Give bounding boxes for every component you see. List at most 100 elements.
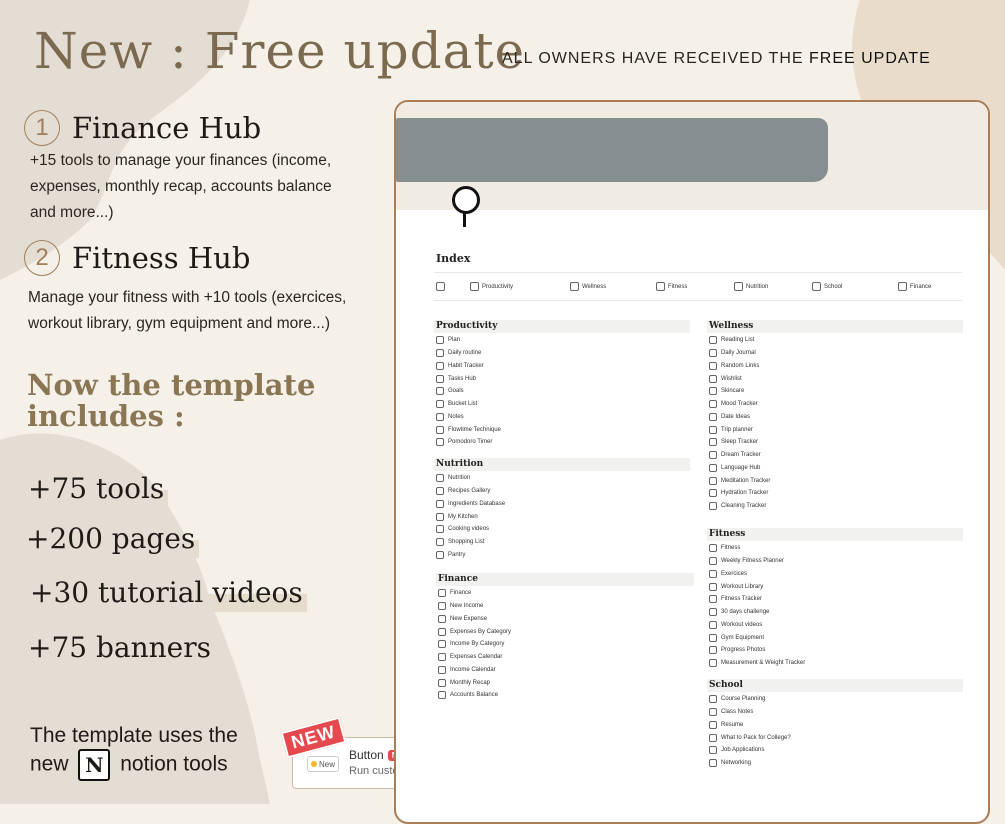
- stat-banners: +75 banners: [24, 631, 215, 667]
- page-link[interactable]: Mood Tracker: [709, 398, 770, 411]
- page-link[interactable]: Tasks Hub: [436, 372, 501, 385]
- page-link[interactable]: Cleaning Tracker: [709, 500, 770, 513]
- page-link[interactable]: Resume: [709, 719, 791, 732]
- includes-line: Now the template: [27, 368, 316, 402]
- page-link[interactable]: Fitness: [709, 542, 805, 555]
- page-link-label: New Expense: [450, 615, 488, 622]
- page-link[interactable]: Expenses Calendar: [438, 651, 511, 664]
- divider: [434, 272, 962, 273]
- page-link[interactable]: Habit Tracker: [436, 360, 501, 373]
- page-link[interactable]: Measurement & Weight Tracker: [709, 657, 805, 670]
- page-link[interactable]: Skincare: [709, 385, 770, 398]
- page-icon: [709, 438, 717, 447]
- page-link[interactable]: Ingredients Database: [436, 498, 505, 511]
- page-link[interactable]: Trip planner: [709, 423, 770, 436]
- page-link-label: Monthly Recap: [450, 679, 491, 686]
- page-link-label: Fitness Tracker: [721, 596, 763, 603]
- stat-tools: +75 tools: [24, 472, 169, 508]
- page-link[interactable]: Dream Tracker: [709, 449, 770, 462]
- page-icon: [438, 678, 446, 687]
- page-icon: [436, 538, 444, 547]
- page-link[interactable]: 30 days challenge: [709, 606, 805, 619]
- page-link[interactable]: Wishlist: [709, 372, 770, 385]
- page-link[interactable]: What to Pack for College?: [709, 731, 791, 744]
- notion-logo: N: [78, 749, 111, 781]
- page-link[interactable]: Course Planning: [709, 693, 791, 706]
- page-link[interactable]: Income By Category: [438, 638, 511, 651]
- page-link-label: Reading List: [721, 337, 755, 344]
- page-link[interactable]: Cooking videos: [436, 523, 505, 536]
- new-button-label: New: [318, 759, 335, 769]
- page-link[interactable]: Job Applications: [709, 744, 791, 757]
- page-link[interactable]: Accounts Balance: [438, 689, 511, 702]
- page-link[interactable]: Daily routine: [436, 347, 501, 360]
- page-link[interactable]: My Kitchen: [436, 510, 505, 523]
- index-link-home[interactable]: [436, 282, 448, 291]
- page-link[interactable]: Networking: [709, 757, 791, 770]
- page-cover: [396, 102, 988, 210]
- page-link-label: Wishlist: [721, 375, 742, 382]
- page-link[interactable]: Daily Journal: [709, 347, 770, 360]
- includes-heading: Now the template includes :: [27, 370, 315, 432]
- page-link[interactable]: Exercices: [709, 568, 805, 581]
- page-link[interactable]: Progress Photos: [709, 644, 805, 657]
- page-link[interactable]: Expenses By Category: [438, 625, 511, 638]
- page-link-label: Dream Tracker: [721, 452, 761, 459]
- index-link-nutrition[interactable]: Nutrition: [734, 282, 768, 291]
- page-icon: [436, 374, 444, 383]
- hub-finance-desc: +15 tools to manage your finances (incom…: [30, 148, 332, 226]
- page-link[interactable]: Flowtime Technique: [436, 423, 501, 436]
- page-link[interactable]: Reading List: [709, 334, 770, 347]
- index-link-productivity[interactable]: Productivity: [470, 282, 513, 291]
- page-link-label: Tasks Hub: [448, 375, 477, 382]
- page-link[interactable]: Workout Library: [709, 580, 805, 593]
- page-link[interactable]: Date Ideas: [709, 411, 770, 424]
- page-link[interactable]: Class Notes: [709, 706, 791, 719]
- index-link-finance[interactable]: Finance: [898, 282, 931, 291]
- page-link[interactable]: Bucket List: [436, 398, 501, 411]
- page-link[interactable]: Pomodoro Timer: [436, 436, 501, 449]
- page-icon: [709, 633, 717, 642]
- hub-desc-line: workout library, gym equipment and more.…: [28, 315, 331, 332]
- page-icon: [709, 659, 717, 668]
- page-link[interactable]: Weekly Fitness Planner: [709, 555, 805, 568]
- stat-text: +200 pages: [26, 522, 196, 555]
- index-title: Index: [436, 252, 471, 265]
- index-link-fitness[interactable]: Fitness: [656, 282, 687, 291]
- index-link-school[interactable]: School: [812, 282, 842, 291]
- subline-prefix: ALL OWNERS HAVE RECEIVED THE: [502, 50, 804, 67]
- page-link[interactable]: Plan: [436, 334, 501, 347]
- page-link[interactable]: Notes: [436, 411, 501, 424]
- hub-desc-line: and more...): [30, 204, 114, 221]
- page-link-label: Gym Equipment: [721, 634, 765, 641]
- productivity-list: Plan Daily routine Habit Tracker Tasks Hub G…: [436, 334, 501, 449]
- page-icon: [709, 476, 717, 485]
- page-link[interactable]: Pantry: [436, 549, 505, 562]
- page-link[interactable]: Monthly Recap: [438, 676, 511, 689]
- page-link[interactable]: Sleep Tracker: [709, 436, 770, 449]
- page-link-label: Workout videos: [721, 621, 763, 628]
- page-link-label: Notes: [448, 413, 464, 420]
- page-link[interactable]: Shopping List: [436, 536, 505, 549]
- page-link[interactable]: Recipes Gallery: [436, 485, 505, 498]
- index-link-wellness[interactable]: Wellness: [570, 282, 606, 291]
- page-link[interactable]: Random Links: [709, 360, 770, 373]
- page-icon: [709, 374, 717, 383]
- page-link[interactable]: New Expense: [438, 613, 511, 626]
- page-icon: [438, 589, 446, 598]
- new-button-preview[interactable]: New: [307, 756, 339, 772]
- page-link[interactable]: Goals: [436, 385, 501, 398]
- page-link[interactable]: Finance: [438, 587, 511, 600]
- page-link[interactable]: Hydration Tracker: [709, 487, 770, 500]
- page-icon: [436, 525, 444, 534]
- page-icon: [438, 602, 446, 611]
- page-link[interactable]: Income Calendar: [438, 664, 511, 677]
- page-link[interactable]: New Income: [438, 600, 511, 613]
- page-link[interactable]: Language Hub: [709, 462, 770, 475]
- page-link[interactable]: Gym Equipment: [709, 631, 805, 644]
- page-icon: [709, 569, 717, 578]
- page-link[interactable]: Nutrition: [436, 472, 505, 485]
- page-link[interactable]: Meditation Tracker: [709, 474, 770, 487]
- page-link[interactable]: Workout videos: [709, 619, 805, 632]
- page-link[interactable]: Fitness Tracker: [709, 593, 805, 606]
